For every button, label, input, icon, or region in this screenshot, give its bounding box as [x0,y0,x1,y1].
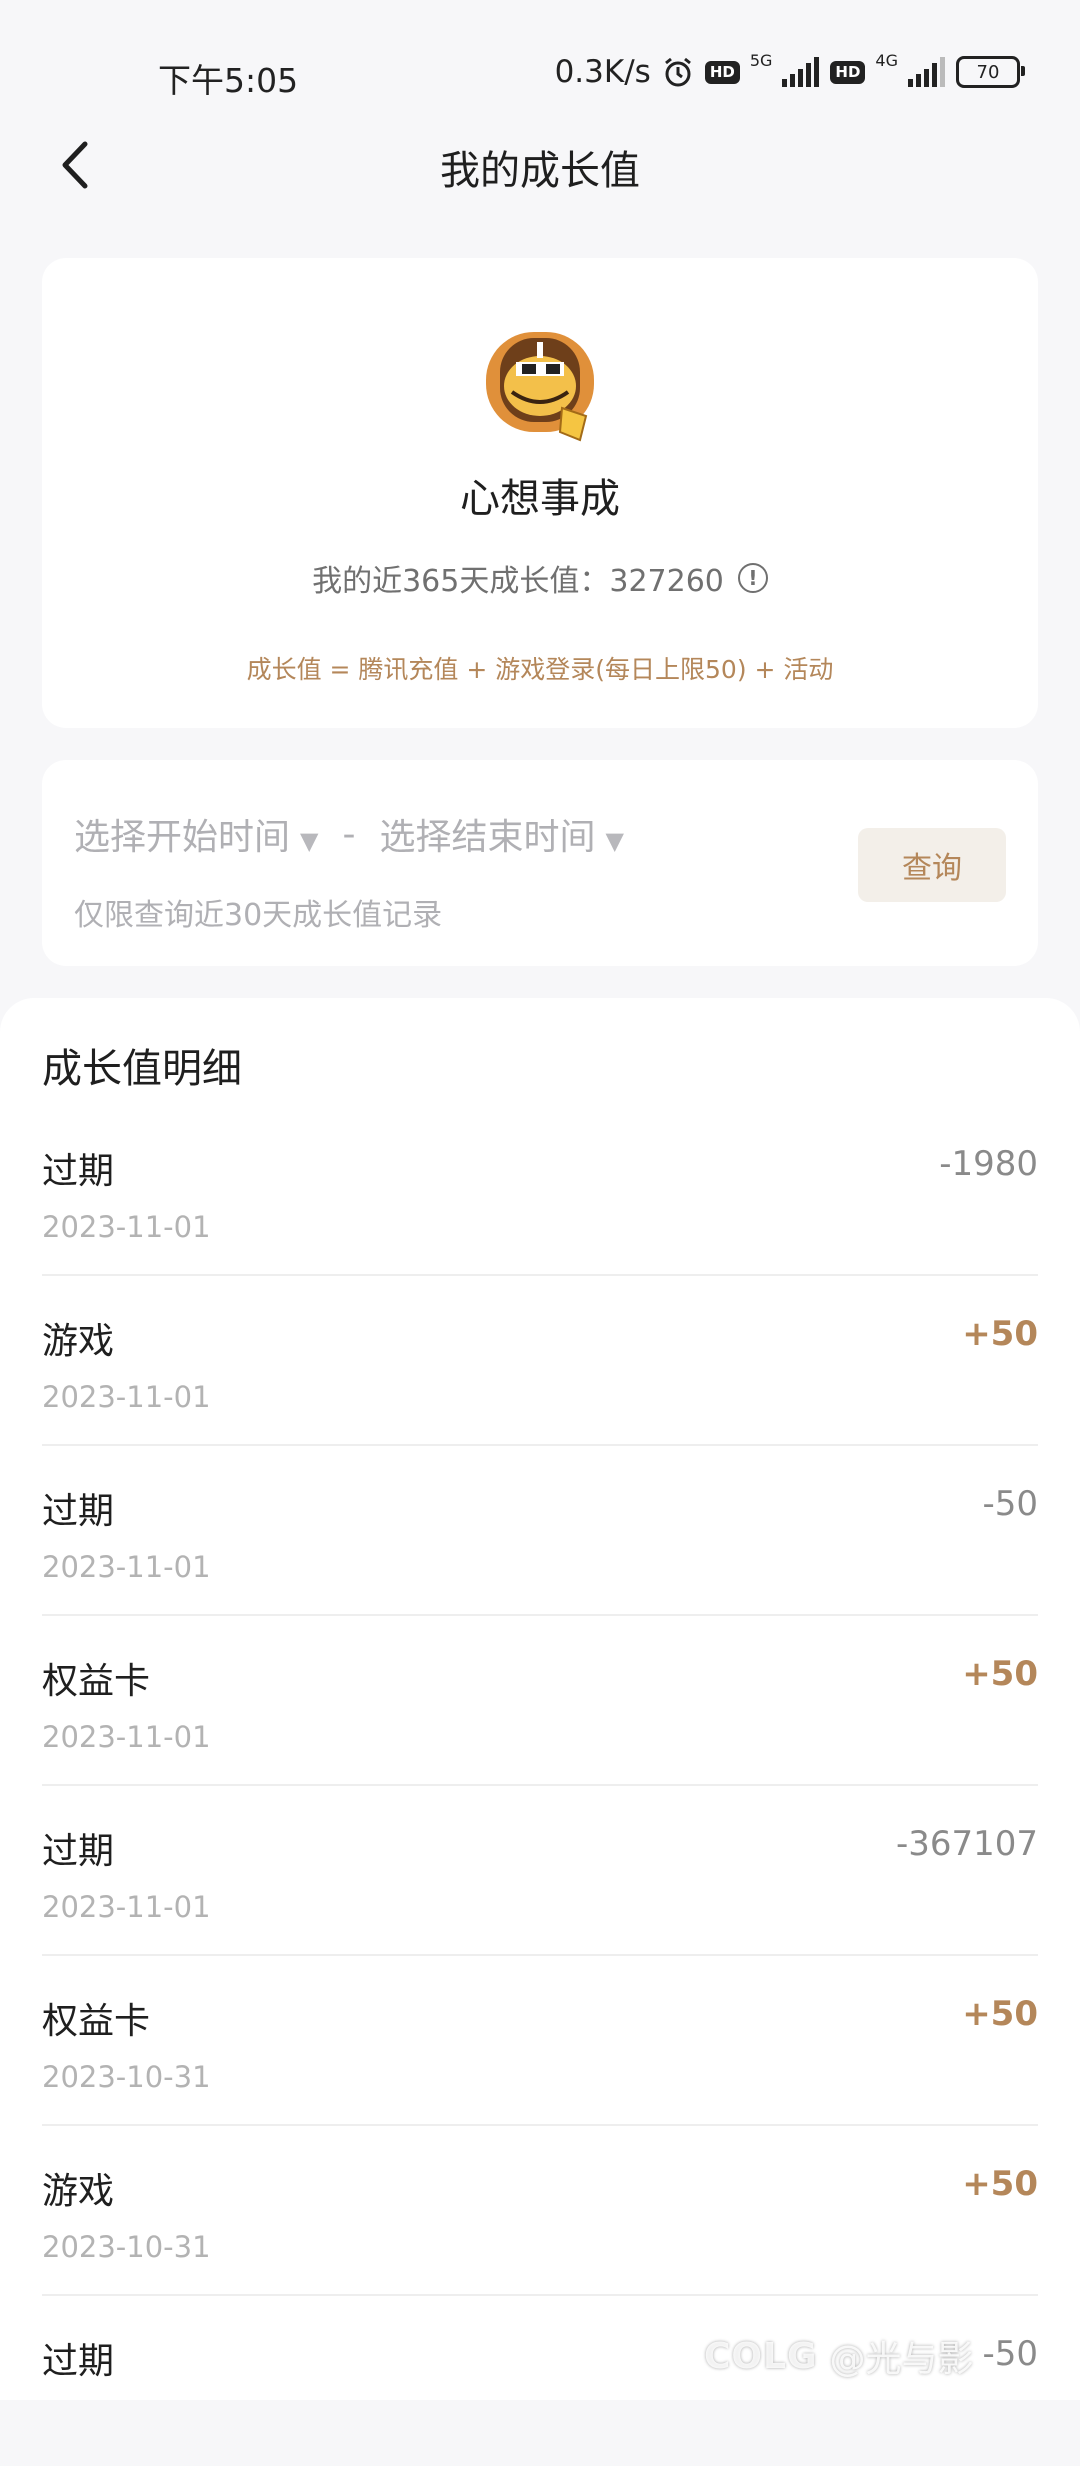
alarm-icon [661,55,695,89]
date-separator: - [342,813,356,855]
record-amount: +50 [962,1314,1038,1354]
record-amount: +50 [962,1994,1038,2034]
record-amount: +50 [962,2164,1038,2204]
detail-title: 成长值明细 [42,1046,242,1092]
record-type: 权益卡 [42,1661,151,1702]
net-speed: 0.3K/s [554,54,651,90]
record-row: 过期 2023-11-01 -1980 [42,1106,1038,1276]
sim1-network-label: 5G [749,50,773,70]
level-badge-avatar [482,328,602,448]
start-date-picker[interactable]: 选择开始时间 ▼ [74,808,318,860]
watermark: COLG @光与影 [704,2330,974,2382]
record-date: 2023-11-01 [42,1380,211,1414]
record-row: 权益卡 2023-10-31 +50 [42,1956,1038,2126]
record-date: 2023-11-01 [42,1890,211,1924]
detail-panel: 成长值明细 过期 2023-11-01 -1980 游戏 2023-11-01 … [0,998,1080,2400]
watermark-handle: @光与影 [829,2339,974,2380]
record-date: 2023-10-31 [42,2060,211,2094]
record-row: 权益卡 2023-11-01 +50 [42,1616,1038,1786]
record-type: 过期 [42,2341,115,2382]
nav-bar: 我的成长值 [0,120,1080,210]
start-date-placeholder: 选择开始时间 [74,817,291,858]
record-type: 游戏 [42,1321,115,1362]
status-time: 下午5:05 [158,61,299,100]
watermark-logo: COLG [704,2335,818,2377]
record-row: 游戏 2023-10-31 +50 [42,2126,1038,2296]
record-amount: -367107 [895,1824,1038,1864]
record-row: 过期 2023-11-01 -50 [42,1446,1038,1616]
record-amount: +50 [962,1654,1038,1694]
page-title: 我的成长值 [440,148,640,194]
hd-badge: HD [704,60,740,84]
hd-badge-2: HD [830,60,866,84]
record-amount: -1980 [939,1144,1038,1184]
end-date-picker[interactable]: 选择结束时间 ▼ [379,808,623,860]
sim2-network-label: 4G [875,50,898,70]
record-row: 过期 2023-11-01 -367107 [42,1786,1038,1956]
query-button[interactable]: 查询 [858,828,1006,902]
caret-down-icon: ▼ [300,827,319,855]
record-list: 过期 2023-11-01 -1980 游戏 2023-11-01 +50 过期… [42,1106,1038,2466]
caret-down-icon: ▼ [605,827,624,855]
record-amount: -50 [982,2334,1038,2374]
date-range-row: 选择开始时间 ▼ - 选择结束时间 ▼ [74,808,624,860]
signal-icon [780,57,820,87]
record-row: 游戏 2023-11-01 +50 [42,1276,1038,1446]
signal-icon-2 [906,57,946,87]
profile-card: 心想事成 我的近365天成长值：327260 ! 成长值 = 腾讯充值 + 游戏… [42,258,1038,728]
growth-summary: 我的近365天成长值：327260 ! [42,556,1038,600]
record-type: 权益卡 [42,2001,151,2042]
status-bar: 下午5:05 0.3K/s HD 5G HD 4G 70 [0,0,1080,120]
status-icons: 0.3K/s HD 5G HD 4G 70 [554,50,1025,94]
record-date: 2023-11-01 [42,1550,211,1584]
battery-icon: 70 [956,56,1025,88]
query-hint: 仅限查询近30天成长值记录 [74,898,443,933]
record-date: 2023-11-01 [42,1720,211,1754]
record-type: 过期 [42,1151,115,1192]
record-amount: -50 [982,1484,1038,1524]
info-icon[interactable]: ! [737,563,768,593]
record-date: 2023-10-31 [42,2230,211,2264]
end-date-placeholder: 选择结束时间 [379,817,596,858]
growth-formula: 成长值 = 腾讯充值 + 游戏登录(每日上限50) + 活动 [246,655,834,684]
record-date: 2023-11-01 [42,1210,211,1244]
record-type: 过期 [42,1831,115,1872]
record-type: 过期 [42,1491,115,1532]
level-name: 心想事成 [460,476,620,522]
query-card: 选择开始时间 ▼ - 选择结束时间 ▼ 仅限查询近30天成长值记录 查询 [42,760,1038,966]
record-type: 游戏 [42,2171,115,2212]
growth-value-label: 我的近365天成长值：327260 [312,564,724,599]
